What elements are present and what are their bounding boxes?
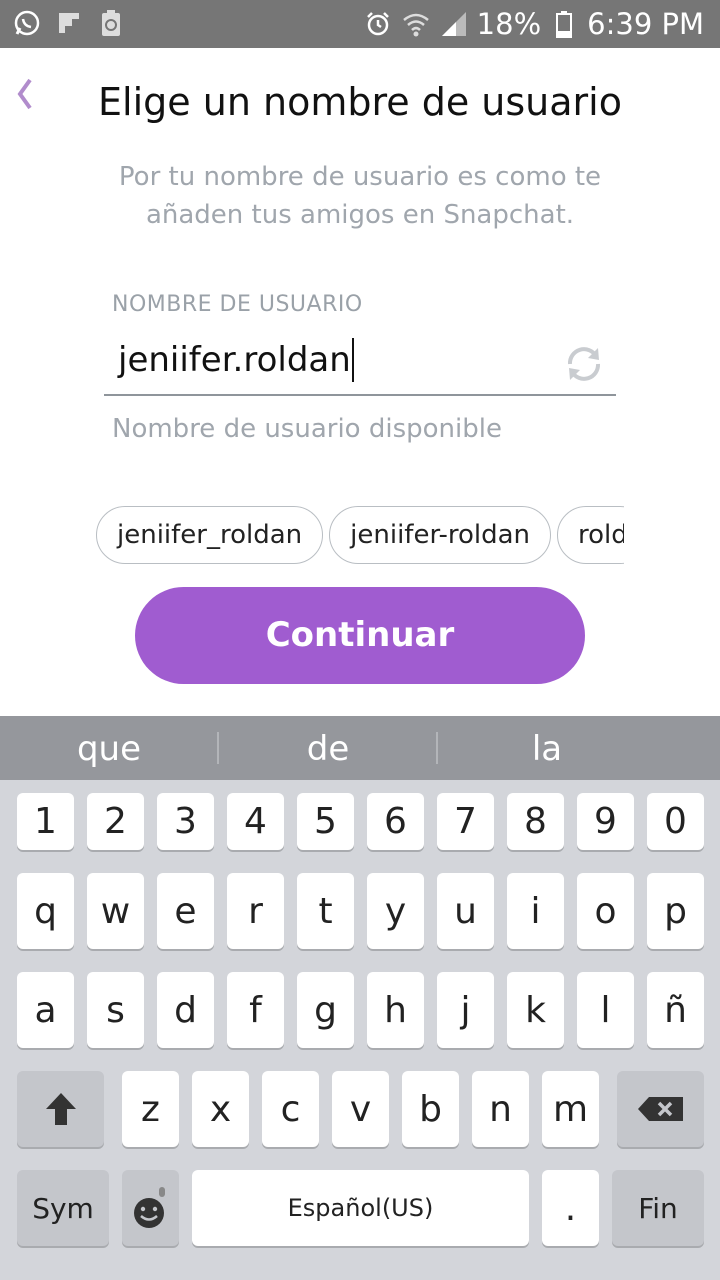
key-3[interactable]: 3: [157, 793, 214, 850]
key-h[interactable]: h: [367, 972, 424, 1048]
username-label: NOMBRE DE USUARIO: [112, 292, 363, 317]
key-4[interactable]: 4: [227, 793, 284, 850]
key-c[interactable]: c: [262, 1071, 319, 1147]
key-1[interactable]: 1: [17, 793, 74, 850]
shift-icon: [45, 1093, 76, 1125]
key-7[interactable]: 7: [437, 793, 494, 850]
key-6[interactable]: 6: [367, 793, 424, 850]
key-l[interactable]: l: [577, 972, 634, 1048]
page-title: Elige un nombre de usuario: [98, 80, 622, 124]
wifi-icon: [401, 9, 431, 39]
key-9[interactable]: 9: [577, 793, 634, 850]
key-2[interactable]: 2: [87, 793, 144, 850]
emoji-icon: [133, 1187, 165, 1228]
availability-message: Nombre de usuario disponible: [112, 414, 502, 444]
key-w[interactable]: w: [87, 873, 144, 949]
key-z[interactable]: z: [122, 1071, 179, 1147]
username-field[interactable]: jeniifer.roldan: [104, 330, 616, 396]
emoji-key[interactable]: [122, 1170, 179, 1246]
prediction-item[interactable]: la: [438, 716, 656, 780]
key-i[interactable]: i: [507, 873, 564, 949]
backspace-key[interactable]: [617, 1071, 704, 1147]
clock: 6:39 PM: [587, 7, 704, 41]
key-o[interactable]: o: [577, 873, 634, 949]
suggestion-chip[interactable]: jeniifer-roldan: [329, 506, 552, 564]
key-t[interactable]: t: [297, 873, 354, 949]
suggestion-chip[interactable]: rold: [557, 506, 624, 564]
signal-icon: [439, 9, 469, 39]
period-key[interactable]: .: [542, 1170, 599, 1246]
key-a[interactable]: a: [17, 972, 74, 1048]
key-e[interactable]: e: [157, 873, 214, 949]
key-n-tilde[interactable]: ñ: [647, 972, 704, 1048]
key-r[interactable]: r: [227, 873, 284, 949]
shift-key[interactable]: [17, 1071, 104, 1147]
username-suggestions: jeniifer_roldan jeniifer-roldan rold: [96, 506, 624, 566]
key-x[interactable]: x: [192, 1071, 249, 1147]
backspace-icon: [637, 1097, 683, 1121]
prediction-bar: que de la: [0, 716, 720, 780]
space-key[interactable]: Español(US): [192, 1170, 529, 1246]
key-s[interactable]: s: [87, 972, 144, 1048]
done-key[interactable]: Fin: [612, 1170, 704, 1246]
key-8[interactable]: 8: [507, 793, 564, 850]
key-j[interactable]: j: [437, 972, 494, 1048]
key-k[interactable]: k: [507, 972, 564, 1048]
text-caret: [351, 338, 354, 382]
recycle-battery-icon: [96, 8, 126, 38]
key-f[interactable]: f: [227, 972, 284, 1048]
prediction-item[interactable]: de: [218, 716, 438, 780]
key-y[interactable]: y: [367, 873, 424, 949]
battery-icon: [549, 9, 579, 39]
suggestion-chip[interactable]: jeniifer_roldan: [96, 506, 324, 564]
prediction-item[interactable]: que: [0, 716, 218, 780]
key-m[interactable]: m: [542, 1071, 599, 1147]
continue-button[interactable]: Continuar: [135, 587, 585, 684]
key-g[interactable]: g: [297, 972, 354, 1048]
keyboard: 1 2 3 4 5 6 7 8 9 0 q w e r t y u i o p …: [0, 780, 720, 1280]
key-0[interactable]: 0: [647, 793, 704, 850]
username-input[interactable]: jeniifer.roldan: [118, 340, 351, 380]
flipboard-icon: [54, 8, 84, 38]
sym-key[interactable]: Sym: [17, 1170, 109, 1246]
key-d[interactable]: d: [157, 972, 214, 1048]
battery-percent: 18%: [476, 7, 542, 41]
refresh-icon[interactable]: [562, 342, 606, 386]
status-bar: 18% 6:39 PM: [0, 0, 720, 48]
key-v[interactable]: v: [332, 1071, 389, 1147]
page-subtitle: Por tu nombre de usuario es como te añad…: [118, 162, 602, 230]
key-5[interactable]: 5: [297, 793, 354, 850]
key-b[interactable]: b: [402, 1071, 459, 1147]
whatsapp-icon: [12, 8, 42, 38]
key-q[interactable]: q: [17, 873, 74, 949]
alarm-icon: [363, 9, 393, 39]
key-n[interactable]: n: [472, 1071, 529, 1147]
key-p[interactable]: p: [647, 873, 704, 949]
key-u[interactable]: u: [437, 873, 494, 949]
